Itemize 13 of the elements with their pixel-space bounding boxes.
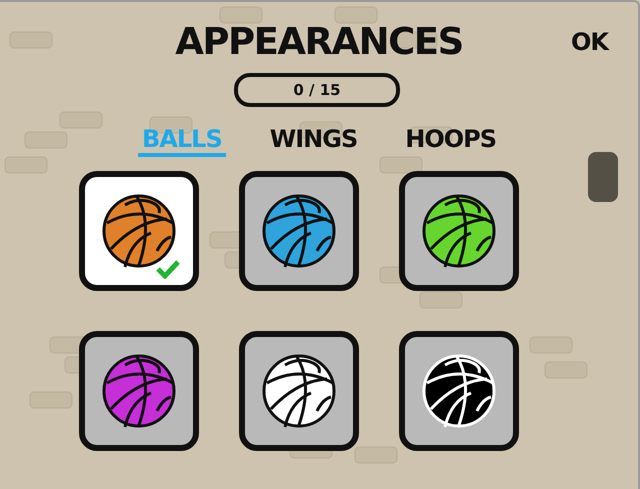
ball-tile[interactable]	[399, 331, 519, 451]
tab[interactable]: WINGS	[266, 125, 362, 157]
ball-tile[interactable]	[79, 171, 199, 291]
ok-button[interactable]: OK	[571, 28, 608, 56]
tab[interactable]: HOOPS	[401, 125, 500, 157]
progress-counter: 0 / 15	[234, 73, 400, 107]
ball-tile[interactable]	[239, 331, 359, 451]
screen-title: APPEARANCES	[175, 20, 463, 63]
checkmark-icon	[155, 259, 181, 279]
ball-tile[interactable]	[399, 171, 519, 291]
ball-tile[interactable]	[79, 331, 199, 451]
ball-tile[interactable]	[239, 171, 359, 291]
scrollbar-thumb[interactable]	[588, 152, 618, 202]
